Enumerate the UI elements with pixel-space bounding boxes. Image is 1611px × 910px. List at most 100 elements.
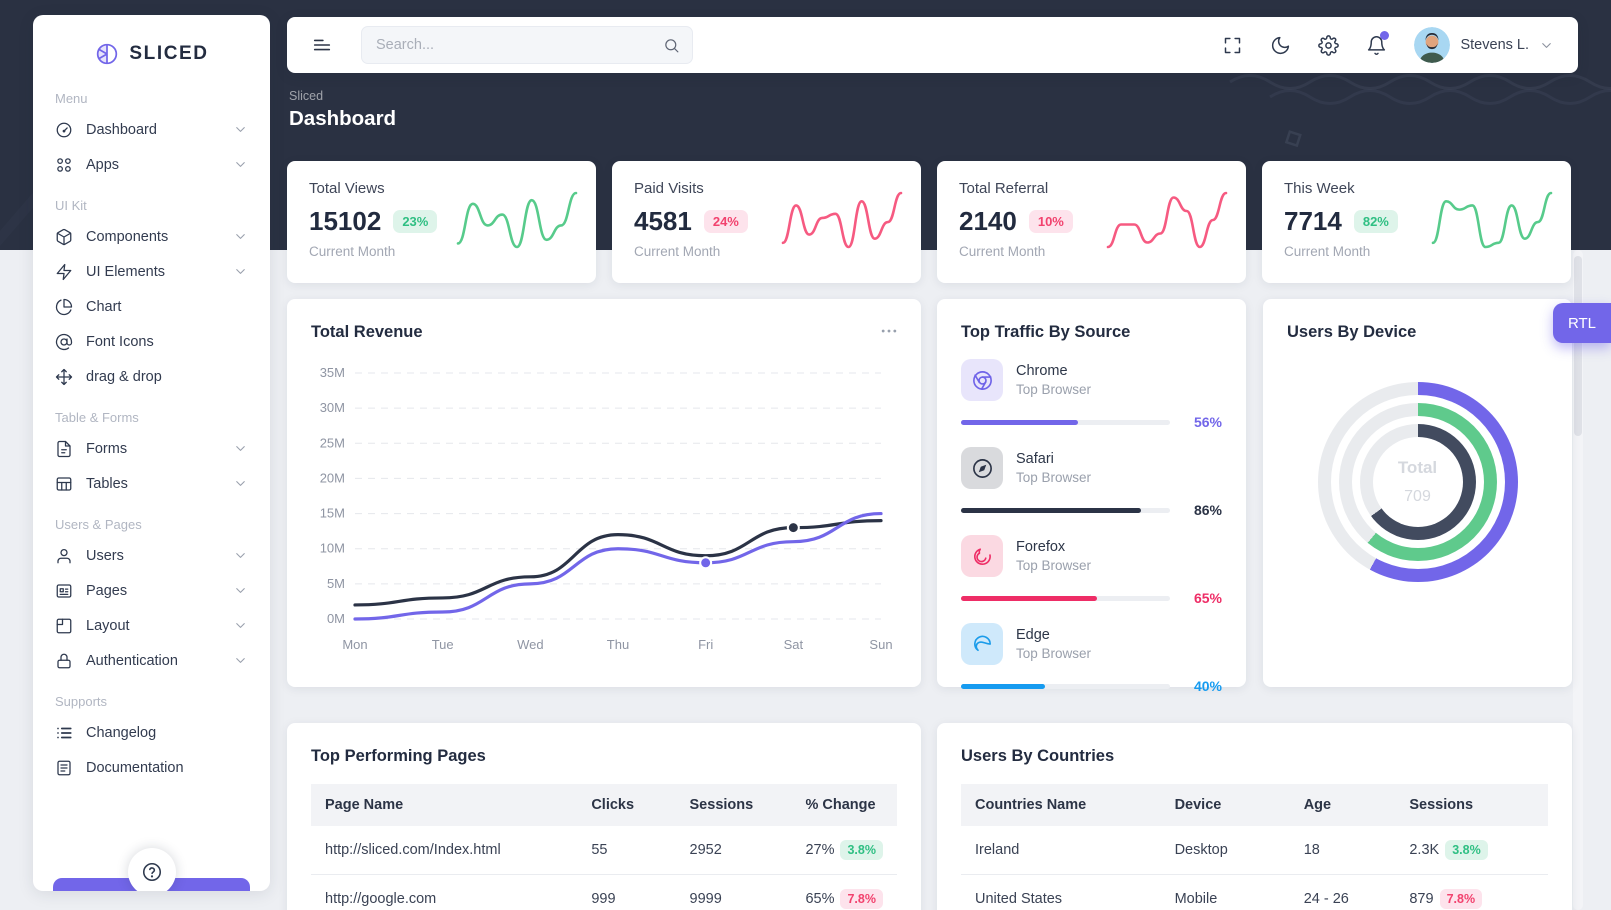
- sidebar-item-apps[interactable]: Apps: [55, 147, 248, 182]
- progress-track: [961, 684, 1170, 689]
- nav-section-ui-kit: UI Kit: [55, 198, 248, 213]
- sidebar-item-layout[interactable]: Layout: [55, 608, 248, 643]
- sidebar-item-font-icons[interactable]: Font Icons: [55, 324, 248, 359]
- nav-section-table-forms: Table & Forms: [55, 410, 248, 425]
- panel-title: Top Traffic By Source: [961, 323, 1222, 342]
- svg-text:Sun: Sun: [869, 637, 892, 652]
- menu-toggle-icon[interactable]: [311, 34, 333, 56]
- page-scrollbar[interactable]: [1573, 250, 1583, 910]
- file-text-icon: [55, 440, 73, 458]
- user-menu[interactable]: Stevens L.: [1414, 27, 1554, 63]
- fullscreen-icon[interactable]: [1222, 35, 1243, 56]
- change-badge: 7.8%: [1440, 889, 1483, 909]
- sidebar-item-pages[interactable]: Pages: [55, 573, 248, 608]
- more-options-icon[interactable]: [879, 321, 899, 341]
- firefox-icon: [961, 535, 1003, 577]
- sidebar-item-chart[interactable]: Chart: [55, 289, 248, 324]
- panel-title: Top Performing Pages: [311, 747, 897, 766]
- rtl-toggle-button[interactable]: RTL: [1553, 303, 1611, 343]
- pages-table: Page Name Clicks Sessions % Change http:…: [311, 784, 897, 910]
- edge-icon: [961, 623, 1003, 665]
- help-button[interactable]: [128, 848, 176, 891]
- top-performing-pages-panel: Top Performing Pages Page Name Clicks Se…: [287, 723, 921, 910]
- chevron-down-icon: [1539, 38, 1554, 53]
- sidebar-item-users[interactable]: Users: [55, 538, 248, 573]
- change-badge: 3.8%: [840, 840, 883, 860]
- total-revenue-panel: Total Revenue 0M5M10M15M20M25M30M35MMonT…: [287, 299, 921, 687]
- stat-badge: 24%: [704, 210, 748, 233]
- col-header: Sessions: [1395, 784, 1548, 826]
- countries-table: Countries Name Device Age Sessions Irela…: [961, 784, 1548, 910]
- device-radial-chart: Total 709: [1318, 382, 1518, 582]
- brand-logo[interactable]: SLICED: [33, 15, 270, 75]
- sidebar-item-tables[interactable]: Tables: [55, 466, 248, 501]
- sidebar-item-dashboard[interactable]: Dashboard: [55, 112, 248, 147]
- traffic-percent: 56%: [1182, 414, 1222, 430]
- traffic-by-source-panel: Top Traffic By Source Chrome Top Browser…: [937, 299, 1246, 687]
- list-icon: [55, 724, 73, 742]
- col-header: Age: [1290, 784, 1396, 826]
- sidebar-item-drag-drop[interactable]: drag & drop: [55, 359, 248, 394]
- panel-title: Users By Countries: [961, 747, 1548, 766]
- progress-fill: [961, 508, 1141, 513]
- stat-card-paid-visits: Paid Visits 4581 24% Current Month: [612, 161, 921, 283]
- topbar: Stevens L.: [287, 17, 1578, 73]
- box-icon: [55, 228, 73, 246]
- notifications-bell-icon[interactable]: [1366, 35, 1387, 56]
- stat-badge: 10%: [1029, 210, 1073, 233]
- svg-text:Wed: Wed: [517, 637, 544, 652]
- move-icon: [55, 368, 73, 386]
- at-sign-icon: [55, 333, 73, 351]
- sidebar-item-authentication[interactable]: Authentication: [55, 643, 248, 678]
- table-row: http://google.com 999 9999 65%7.8%: [311, 875, 897, 910]
- sidebar-item-ui-elements[interactable]: UI Elements: [55, 254, 248, 289]
- traffic-item-chrome: Chrome Top Browser 56%: [961, 359, 1222, 430]
- col-header: % Change: [791, 784, 897, 826]
- sidebar: SLICED Menu Dashboard Apps UI Kit Compon…: [33, 15, 270, 891]
- scrollbar-thumb[interactable]: [1574, 256, 1582, 436]
- stat-value: 7714: [1284, 206, 1342, 237]
- chevron-down-icon: [233, 229, 248, 244]
- stat-value: 4581: [634, 206, 692, 237]
- chevron-down-icon: [233, 122, 248, 137]
- sidebar-item-components[interactable]: Components: [55, 219, 248, 254]
- lock-icon: [55, 652, 73, 670]
- settings-gear-icon[interactable]: [1318, 35, 1339, 56]
- change-badge: 3.8%: [1445, 840, 1488, 860]
- dashboard-icon: [55, 121, 73, 139]
- sparkline-chart: [779, 189, 905, 253]
- panel-title: Users By Device: [1287, 323, 1548, 342]
- change-badge: 7.8%: [840, 889, 883, 909]
- search-icon[interactable]: [663, 37, 680, 54]
- progress-fill: [961, 420, 1078, 425]
- search-input[interactable]: [374, 36, 663, 54]
- col-header: Page Name: [311, 784, 577, 826]
- user-name: Stevens L.: [1460, 37, 1529, 53]
- col-header: Sessions: [676, 784, 792, 826]
- sidebar-item-forms[interactable]: Forms: [55, 431, 248, 466]
- donut-center-label: Total 709: [1373, 437, 1463, 527]
- svg-text:35M: 35M: [320, 365, 345, 380]
- panel-title: Total Revenue: [311, 323, 897, 342]
- brand-name: SLICED: [129, 43, 208, 65]
- sidebar-item-documentation[interactable]: Documentation: [55, 750, 248, 785]
- chevron-down-icon: [233, 583, 248, 598]
- col-header: Device: [1161, 784, 1290, 826]
- svg-text:Thu: Thu: [607, 637, 629, 652]
- breadcrumb[interactable]: Sliced: [289, 89, 323, 103]
- dark-mode-moon-icon[interactable]: [1270, 35, 1291, 56]
- sidebar-item-changelog[interactable]: Changelog: [55, 715, 248, 750]
- svg-text:Mon: Mon: [342, 637, 367, 652]
- progress-track: [961, 420, 1170, 425]
- topbar-actions: Stevens L.: [1222, 27, 1554, 63]
- user-icon: [55, 547, 73, 565]
- stat-card-this-week: This Week 7714 82% Current Month: [1262, 161, 1571, 283]
- svg-text:25M: 25M: [320, 435, 345, 450]
- chevron-down-icon: [233, 618, 248, 633]
- notification-dot: [1380, 31, 1389, 40]
- sparkline-chart: [1104, 189, 1230, 253]
- svg-text:20M: 20M: [320, 470, 345, 485]
- pages-card-icon: [55, 582, 73, 600]
- sparkline-chart: [454, 189, 580, 253]
- chevron-down-icon: [233, 441, 248, 456]
